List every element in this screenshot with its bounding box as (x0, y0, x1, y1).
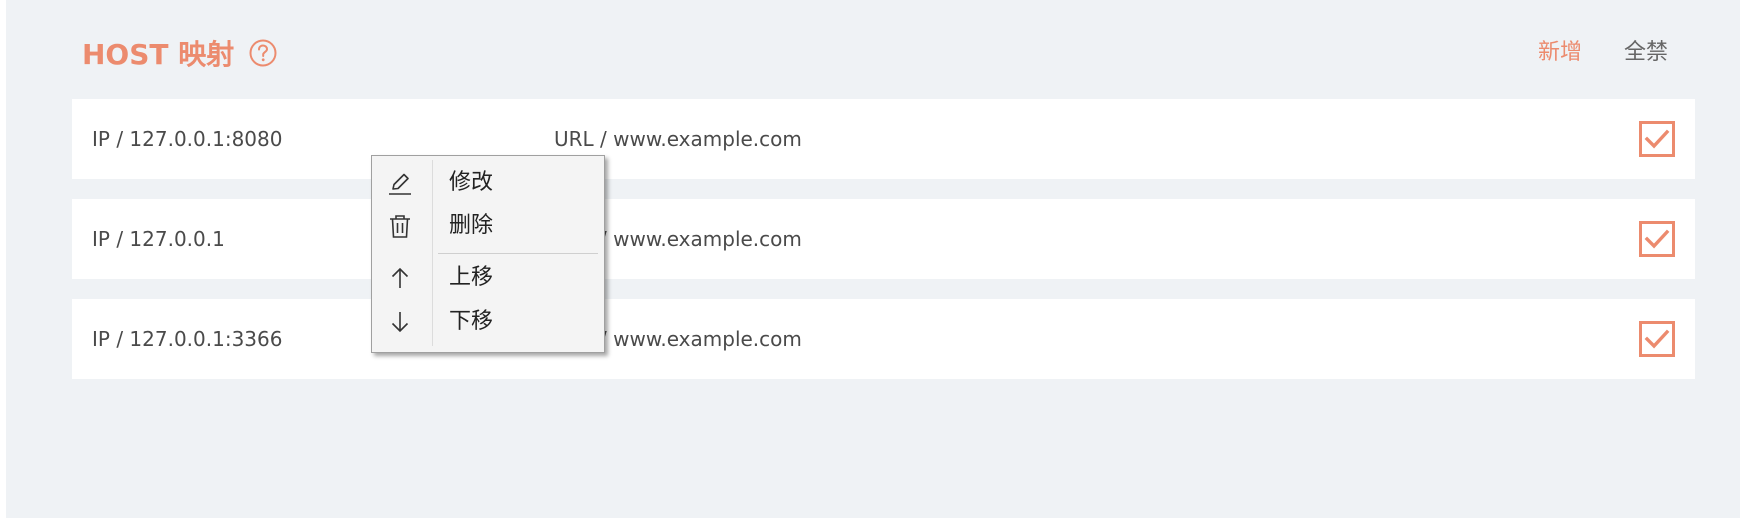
menu-item-delete[interactable]: 删除 (372, 206, 604, 246)
row-ip: IP / 127.0.0.1:3366 (92, 327, 283, 351)
menu-item-label: 上移 (449, 265, 494, 290)
host-row[interactable]: IP / 127.0.0.1 URL / www.example.com (72, 199, 1695, 279)
disable-all-button[interactable]: 全禁 (1624, 34, 1668, 66)
panel-header: HOST 映射 (82, 28, 278, 78)
question-circle-icon[interactable] (248, 38, 278, 68)
host-row[interactable]: IP / 127.0.0.1:3366 URL / www.example.co… (72, 299, 1695, 379)
menu-item-label: 删除 (449, 213, 494, 238)
enabled-checkbox[interactable] (1639, 321, 1675, 357)
menu-item-label: 下移 (449, 309, 494, 334)
row-ip: IP / 127.0.0.1:8080 (92, 127, 283, 151)
menu-item-label: 修改 (449, 170, 494, 195)
enabled-checkbox[interactable] (1639, 221, 1675, 257)
add-button[interactable]: 新增 (1538, 34, 1582, 66)
host-mapping-panel: HOST 映射 新增 全禁 IP / 127.0.0.1:8080 URL / … (6, 0, 1740, 518)
menu-separator (438, 253, 598, 254)
header-actions: 新增 全禁 (1538, 34, 1668, 66)
host-row[interactable]: IP / 127.0.0.1:8080 URL / www.example.co… (72, 99, 1695, 179)
menu-item-move-down[interactable]: 下移 (372, 302, 604, 342)
menu-item-edit[interactable]: 修改 (372, 163, 604, 203)
page-title: HOST 映射 (82, 38, 235, 71)
menu-item-move-up[interactable]: 上移 (372, 258, 604, 298)
arrow-down-icon (386, 308, 414, 336)
context-menu: 修改 删除 上移 下移 (371, 155, 605, 353)
enabled-checkbox[interactable] (1639, 121, 1675, 157)
pencil-icon (386, 169, 414, 197)
row-ip: IP / 127.0.0.1 (92, 227, 225, 251)
trash-icon (386, 212, 414, 240)
arrow-up-icon (386, 264, 414, 292)
